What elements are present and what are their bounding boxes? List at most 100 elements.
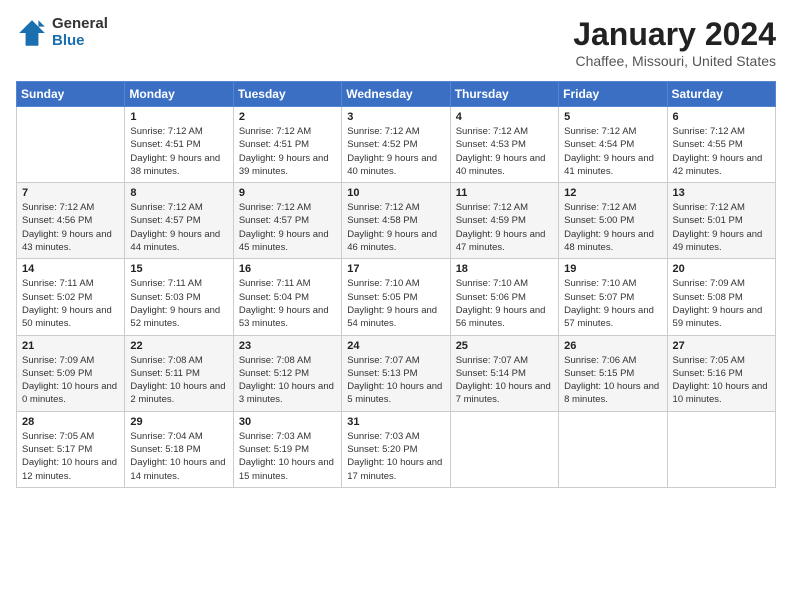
day-number: 17 (347, 263, 444, 275)
day-number: 1 (130, 111, 227, 123)
day-info: Sunrise: 7:09 AMSunset: 5:09 PMDaylight:… (22, 354, 119, 407)
day-number: 7 (22, 187, 119, 199)
day-info: Sunrise: 7:06 AMSunset: 5:15 PMDaylight:… (564, 354, 661, 407)
table-row: 1 Sunrise: 7:12 AMSunset: 4:51 PMDaylight… (125, 107, 233, 183)
day-number: 11 (456, 187, 553, 199)
logo-icon (16, 17, 48, 49)
table-row: 25 Sunrise: 7:07 AMSunset: 5:14 PMDayligh… (450, 335, 558, 411)
table-row (450, 411, 558, 487)
day-number: 13 (673, 187, 770, 199)
table-row: 13 Sunrise: 7:12 AMSunset: 5:01 PMDayligh… (667, 183, 775, 259)
col-wednesday: Wednesday (342, 82, 450, 107)
day-info: Sunrise: 7:11 AMSunset: 5:04 PMDaylight:… (239, 277, 336, 330)
page-header: General Blue January 2024 Chaffee, Misso… (16, 16, 776, 69)
col-friday: Friday (559, 82, 667, 107)
day-info: Sunrise: 7:03 AMSunset: 5:19 PMDaylight:… (239, 430, 336, 483)
day-info: Sunrise: 7:12 AMSunset: 4:59 PMDaylight:… (456, 201, 553, 254)
table-row: 6Sunrise: 7:12 AMSunset: 4:55 PMDaylight… (667, 107, 775, 183)
day-info: Sunrise: 7:05 AMSunset: 5:16 PMDaylight:… (673, 354, 770, 407)
table-row: 28Sunrise: 7:05 AMSunset: 5:17 PMDayligh… (17, 411, 125, 487)
day-info: Sunrise: 7:12 AMSunset: 4:58 PMDaylight:… (347, 201, 444, 254)
day-info: Sunrise: 7:12 AMSunset: 4:52 PMDaylight:… (347, 125, 444, 178)
table-row (667, 411, 775, 487)
table-row: 14Sunrise: 7:11 AMSunset: 5:02 PMDayligh… (17, 259, 125, 335)
day-info: Sunrise: 7:12 AMSunset: 4:56 PMDaylight:… (22, 201, 119, 254)
table-row: 16 Sunrise: 7:11 AMSunset: 5:04 PMDayligh… (233, 259, 341, 335)
day-info: Sunrise: 7:12 AMSunset: 5:00 PMDaylight:… (564, 201, 661, 254)
day-number: 21 (22, 340, 119, 352)
calendar-week-row: 14Sunrise: 7:11 AMSunset: 5:02 PMDayligh… (17, 259, 776, 335)
day-number: 3 (347, 111, 444, 123)
table-row: 8Sunrise: 7:12 AMSunset: 4:57 PMDaylight… (125, 183, 233, 259)
col-thursday: Thursday (450, 82, 558, 107)
col-tuesday: Tuesday (233, 82, 341, 107)
day-info: Sunrise: 7:12 AMSunset: 4:51 PMDaylight:… (130, 125, 227, 178)
title-block: January 2024 Chaffee, Missouri, United S… (573, 16, 776, 69)
calendar-location: Chaffee, Missouri, United States (573, 53, 776, 69)
day-info: Sunrise: 7:12 AMSunset: 5:01 PMDaylight:… (673, 201, 770, 254)
calendar-week-row: 28Sunrise: 7:05 AMSunset: 5:17 PMDayligh… (17, 411, 776, 487)
day-info: Sunrise: 7:09 AMSunset: 5:08 PMDaylight:… (673, 277, 770, 330)
day-info: Sunrise: 7:10 AMSunset: 5:06 PMDaylight:… (456, 277, 553, 330)
table-row: 12 Sunrise: 7:12 AMSunset: 5:00 PMDayligh… (559, 183, 667, 259)
day-info: Sunrise: 7:12 AMSunset: 4:54 PMDaylight:… (564, 125, 661, 178)
day-number: 16 (239, 263, 336, 275)
table-row: 15 Sunrise: 7:11 AMSunset: 5:03 PMDayligh… (125, 259, 233, 335)
day-number: 24 (347, 340, 444, 352)
logo-text: General Blue (52, 16, 108, 49)
table-row: 4Sunrise: 7:12 AMSunset: 4:53 PMDaylight… (450, 107, 558, 183)
day-number: 9 (239, 187, 336, 199)
day-number: 25 (456, 340, 553, 352)
day-number: 19 (564, 263, 661, 275)
day-number: 12 (564, 187, 661, 199)
logo-blue: Blue (52, 33, 108, 50)
day-number: 31 (347, 416, 444, 428)
day-info: Sunrise: 7:12 AMSunset: 4:57 PMDaylight:… (130, 201, 227, 254)
table-row: 27Sunrise: 7:05 AMSunset: 5:16 PMDayligh… (667, 335, 775, 411)
day-number: 26 (564, 340, 661, 352)
day-info: Sunrise: 7:12 AMSunset: 4:57 PMDaylight:… (239, 201, 336, 254)
calendar-week-row: 7 Sunrise: 7:12 AMSunset: 4:56 PMDaylight… (17, 183, 776, 259)
calendar-header-row: Sunday Monday Tuesday Wednesday Thursday… (17, 82, 776, 107)
day-number: 30 (239, 416, 336, 428)
day-number: 10 (347, 187, 444, 199)
table-row: 3 Sunrise: 7:12 AMSunset: 4:52 PMDaylight… (342, 107, 450, 183)
table-row: 20 Sunrise: 7:09 AMSunset: 5:08 PMDayligh… (667, 259, 775, 335)
col-monday: Monday (125, 82, 233, 107)
day-info: Sunrise: 7:07 AMSunset: 5:13 PMDaylight:… (347, 354, 444, 407)
table-row (559, 411, 667, 487)
table-row: 2 Sunrise: 7:12 AMSunset: 4:51 PMDaylight… (233, 107, 341, 183)
day-number: 2 (239, 111, 336, 123)
table-row: 18Sunrise: 7:10 AMSunset: 5:06 PMDayligh… (450, 259, 558, 335)
day-info: Sunrise: 7:10 AMSunset: 5:05 PMDaylight:… (347, 277, 444, 330)
table-row: 24 Sunrise: 7:07 AMSunset: 5:13 PMDayligh… (342, 335, 450, 411)
calendar-table: Sunday Monday Tuesday Wednesday Thursday… (16, 81, 776, 488)
table-row: 31 Sunrise: 7:03 AMSunset: 5:20 PMDayligh… (342, 411, 450, 487)
day-info: Sunrise: 7:07 AMSunset: 5:14 PMDaylight:… (456, 354, 553, 407)
calendar-week-row: 21 Sunrise: 7:09 AMSunset: 5:09 PMDayligh… (17, 335, 776, 411)
table-row: 30 Sunrise: 7:03 AMSunset: 5:19 PMDayligh… (233, 411, 341, 487)
day-info: Sunrise: 7:08 AMSunset: 5:12 PMDaylight:… (239, 354, 336, 407)
table-row: 10 Sunrise: 7:12 AMSunset: 4:58 PMDayligh… (342, 183, 450, 259)
day-number: 22 (130, 340, 227, 352)
table-row (17, 107, 125, 183)
day-info: Sunrise: 7:08 AMSunset: 5:11 PMDaylight:… (130, 354, 227, 407)
table-row: 22 Sunrise: 7:08 AMSunset: 5:11 PMDayligh… (125, 335, 233, 411)
calendar-title: January 2024 (573, 16, 776, 53)
day-number: 29 (130, 416, 227, 428)
table-row: 5Sunrise: 7:12 AMSunset: 4:54 PMDaylight… (559, 107, 667, 183)
day-info: Sunrise: 7:04 AMSunset: 5:18 PMDaylight:… (130, 430, 227, 483)
day-number: 23 (239, 340, 336, 352)
table-row: 21 Sunrise: 7:09 AMSunset: 5:09 PMDayligh… (17, 335, 125, 411)
day-number: 14 (22, 263, 119, 275)
day-info: Sunrise: 7:12 AMSunset: 4:51 PMDaylight:… (239, 125, 336, 178)
day-info: Sunrise: 7:11 AMSunset: 5:03 PMDaylight:… (130, 277, 227, 330)
day-info: Sunrise: 7:05 AMSunset: 5:17 PMDaylight:… (22, 430, 119, 483)
day-info: Sunrise: 7:10 AMSunset: 5:07 PMDaylight:… (564, 277, 661, 330)
day-info: Sunrise: 7:03 AMSunset: 5:20 PMDaylight:… (347, 430, 444, 483)
day-number: 20 (673, 263, 770, 275)
day-number: 15 (130, 263, 227, 275)
table-row: 9 Sunrise: 7:12 AMSunset: 4:57 PMDaylight… (233, 183, 341, 259)
calendar-week-row: 1 Sunrise: 7:12 AMSunset: 4:51 PMDaylight… (17, 107, 776, 183)
col-saturday: Saturday (667, 82, 775, 107)
